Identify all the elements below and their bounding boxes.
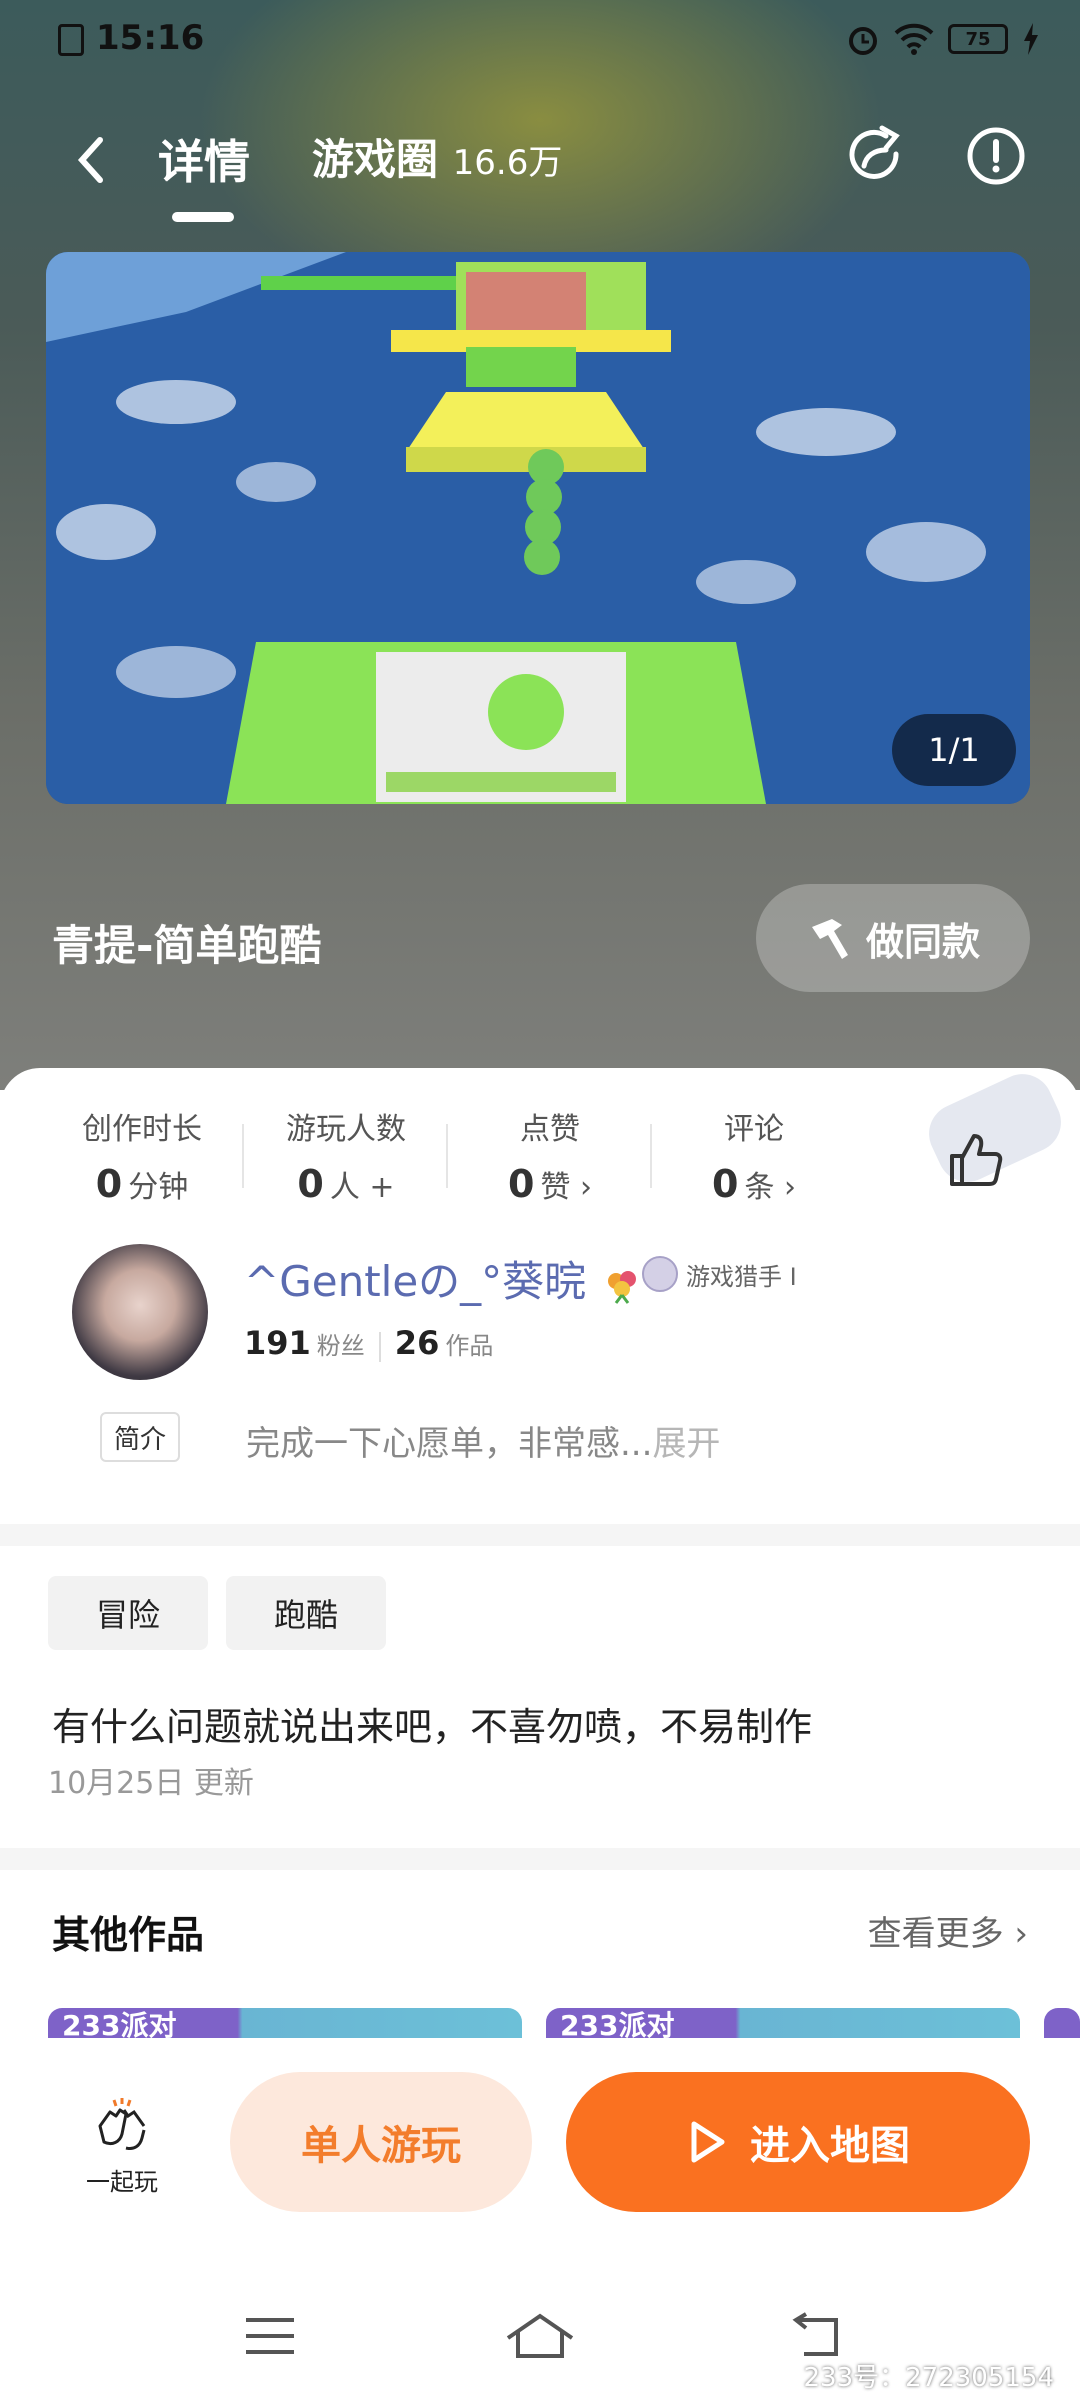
system-nav-bar: 233号：272305154 [0, 2270, 1080, 2408]
game-preview-image[interactable]: 1/1 [46, 252, 1030, 804]
fans-count: 191 [244, 1324, 311, 1362]
menu-icon[interactable] [240, 2310, 300, 2362]
stat-unit: 条 › [744, 1170, 796, 1205]
stat-value: 0 [297, 1162, 324, 1206]
battery-level: 75 [965, 28, 991, 50]
other-work-card[interactable]: 233派对 [48, 2008, 522, 2038]
share-icon[interactable] [842, 124, 906, 188]
watermark: 233号：272305154 [803, 2363, 1054, 2393]
charging-icon [1024, 23, 1038, 55]
stat-label: 游玩人数 [286, 1112, 406, 1147]
update-date: 10月25日 更新 [48, 1766, 254, 1801]
game-description: 有什么问题就说出来吧，不喜勿喷，不易制作 [52, 1705, 813, 1749]
tag-list: 冒险 跑酷 [48, 1576, 387, 1650]
works-label: 作品 [445, 1332, 494, 1360]
stat-create-time: 创作时长 0 分钟 [40, 1104, 244, 1214]
like-icon[interactable] [944, 1128, 1008, 1192]
intro-body: 完成一下心愿单，非常感... [246, 1424, 653, 1464]
make-same-label: 做同款 [865, 919, 980, 964]
other-works-title: 其他作品 [52, 1913, 205, 1957]
back-nav-icon[interactable] [790, 2310, 850, 2362]
stat-value: 0 [508, 1162, 535, 1206]
badge-icon [642, 1256, 678, 1292]
stat-label: 点赞 [520, 1112, 580, 1147]
author-badge: 游戏猎手 I [642, 1256, 797, 1292]
solo-play-button[interactable]: 单人游玩 [230, 2072, 532, 2212]
stat-unit: 分钟 [128, 1170, 189, 1205]
fans-label: 粉丝 [316, 1332, 365, 1360]
back-icon[interactable] [64, 130, 124, 190]
tag-adventure[interactable]: 冒险 [48, 1576, 209, 1650]
game-circle-count: 16.6万 [452, 143, 563, 183]
tab-game-circle-label: 游戏圈 [312, 135, 439, 184]
clap-hands-icon [98, 2098, 146, 2150]
home-icon[interactable] [504, 2310, 576, 2362]
image-pager: 1/1 [892, 714, 1016, 786]
enter-map-label: 进入地图 [750, 2123, 910, 2169]
enter-map-button[interactable]: 进入地图 [566, 2072, 1030, 2212]
tab-indicator [172, 212, 234, 222]
see-more-link[interactable]: 查看更多 › [868, 1906, 1028, 1955]
wifi-icon [894, 23, 934, 55]
play-icon [691, 2121, 725, 2163]
section-divider [0, 1848, 1080, 1870]
stat-unit: 赞 › [540, 1170, 592, 1205]
top-nav: 详情 游戏圈 16.6万 [0, 120, 1080, 240]
card-label: 233派对 [62, 2009, 177, 2038]
report-icon[interactable] [964, 124, 1028, 188]
other-work-card[interactable]: 233派对 [546, 2008, 1020, 2038]
card-label: 233派对 [560, 2009, 675, 2038]
status-bar: 15:16 75 [0, 0, 1080, 80]
stat-label: 评论 [724, 1112, 784, 1147]
tab-game-circle[interactable]: 游戏圈 16.6万 [312, 126, 562, 187]
author-name[interactable]: ^Gentleの_°葵晥 [244, 1248, 646, 1309]
hammer-icon [811, 919, 848, 959]
tag-parkour[interactable]: 跑酷 [226, 1576, 387, 1650]
tab-details[interactable]: 详情 [158, 126, 250, 192]
make-same-button[interactable]: 做同款 [756, 884, 1030, 992]
author-avatar[interactable] [72, 1244, 208, 1380]
author-name-text: ^Gentleの_°葵晥 [244, 1257, 587, 1306]
battery-icon: 75 [948, 24, 1008, 54]
sim-icon [58, 24, 84, 56]
stat-value: 0 [712, 1162, 739, 1206]
status-time: 15:16 [96, 18, 205, 58]
works-count: 26 [394, 1324, 440, 1362]
author-counts: 191 粉丝 26 作品 [244, 1324, 493, 1362]
counts-divider [378, 1332, 381, 1362]
game-scene [46, 252, 1030, 804]
intro-tag: 简介 [100, 1412, 180, 1462]
alarm-icon [849, 27, 877, 55]
stat-players[interactable]: 游玩人数 0 人 + [244, 1104, 448, 1214]
section-divider [0, 1524, 1080, 1546]
stat-unit: 人 + [329, 1170, 395, 1205]
play-together-button[interactable]: 一起玩 [72, 2096, 172, 2197]
stat-label: 创作时长 [82, 1112, 202, 1147]
stat-comments[interactable]: 评论 0 条 › [652, 1104, 856, 1214]
stat-value: 0 [95, 1162, 123, 1206]
intro-text: 完成一下心愿单，非常感...展开 [246, 1416, 720, 1465]
play-together-label: 一起玩 [86, 2168, 158, 2196]
badge-label: 游戏猎手 I [686, 1262, 797, 1291]
expand-link[interactable]: 展开 [652, 1424, 720, 1464]
stat-likes[interactable]: 点赞 0 赞 › [448, 1104, 652, 1214]
game-title: 青提-简单跑酷 [52, 921, 322, 970]
stats-row: 创作时长 0 分钟 游玩人数 0 人 + 点赞 0 赞 › 评论 0 条 › [40, 1104, 856, 1214]
other-work-card[interactable] [1044, 2008, 1080, 2038]
flower-icon [607, 1270, 636, 1304]
